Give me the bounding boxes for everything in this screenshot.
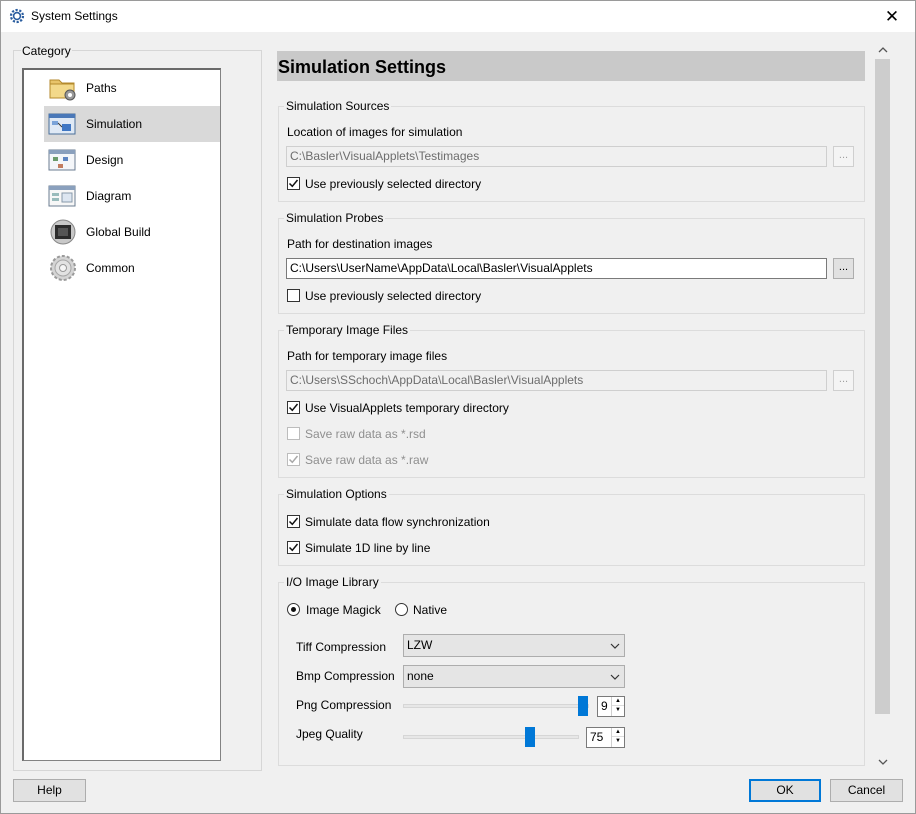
folder-gear-icon xyxy=(49,79,76,101)
sources-browse-button[interactable]: ... xyxy=(833,146,854,167)
diagram-icon xyxy=(48,185,76,207)
chip-icon xyxy=(50,219,76,245)
category-item-label: Paths xyxy=(86,81,117,95)
chevron-down-icon xyxy=(610,643,620,649)
use-va-temp-dir-checkbox[interactable] xyxy=(287,401,300,414)
probes-use-prev-label: Use previously selected directory xyxy=(305,289,482,303)
sources-location-label: Location of images for simulation xyxy=(287,125,463,139)
category-item-label: Global Build xyxy=(86,225,151,239)
save-rsd-label: Save raw data as *.rsd xyxy=(305,427,426,441)
category-item-design[interactable]: Design xyxy=(44,142,220,178)
simulation-options-legend: Simulation Options xyxy=(284,487,389,501)
simulation-sources-legend: Simulation Sources xyxy=(284,99,392,113)
png-compression-spinbox[interactable]: 9 ▲ ▼ xyxy=(597,696,625,717)
title-bar: System Settings ✕ xyxy=(1,1,915,32)
probes-path-field[interactable]: C:\Users\UserName\AppData\Local\Basler\V… xyxy=(286,258,827,279)
category-item-diagram[interactable]: Diagram xyxy=(44,178,220,214)
line-by-line-checkbox[interactable] xyxy=(287,541,300,554)
png-compression-label: Png Compression xyxy=(296,698,392,712)
jpeg-quality-slider-thumb[interactable] xyxy=(525,727,535,747)
jpeg-quality-value: 75 xyxy=(590,730,604,744)
design-icon xyxy=(48,149,76,171)
png-compression-slider-thumb[interactable] xyxy=(578,696,588,716)
settings-gear-icon xyxy=(9,8,25,24)
sources-path-field[interactable]: C:\Basler\VisualApplets\Testimages xyxy=(286,146,827,167)
save-raw-label: Save raw data as *.raw xyxy=(305,453,429,467)
io-image-library-legend: I/O Image Library xyxy=(284,575,381,589)
line-by-line-label: Simulate 1D line by line xyxy=(305,541,431,555)
category-item-label: Simulation xyxy=(86,117,143,131)
vertical-scrollbar[interactable] xyxy=(875,42,892,771)
category-item-simulation[interactable]: Simulation xyxy=(44,106,220,142)
simulation-options-group xyxy=(278,494,865,566)
sync-checkbox[interactable] xyxy=(287,515,300,528)
spin-down-icon[interactable]: ▼ xyxy=(612,706,624,715)
spin-up-icon[interactable]: ▲ xyxy=(612,697,624,706)
category-item-label: Design xyxy=(86,153,124,167)
tiff-compression-label: Tiff Compression xyxy=(296,640,387,654)
jpeg-quality-label: Jpeg Quality xyxy=(296,727,363,741)
tiff-compression-select[interactable]: LZW xyxy=(403,634,625,657)
use-va-temp-dir-label: Use VisualApplets temporary directory xyxy=(305,401,509,415)
save-raw-checkbox[interactable] xyxy=(287,453,300,466)
category-legend: Category xyxy=(21,44,72,58)
temp-path-field[interactable]: C:\Users\SSchoch\AppData\Local\Basler\Vi… xyxy=(286,370,827,391)
png-compression-value: 9 xyxy=(601,699,608,713)
chevron-down-icon xyxy=(610,674,620,680)
sources-use-prev-label: Use previously selected directory xyxy=(305,177,482,191)
sources-use-prev-checkbox[interactable] xyxy=(287,177,300,190)
checkmark-icon xyxy=(288,517,299,526)
checkmark-icon xyxy=(288,403,299,412)
temporary-image-files-legend: Temporary Image Files xyxy=(284,323,411,337)
probes-path-label: Path for destination images xyxy=(287,237,433,251)
spin-up-icon[interactable]: ▲ xyxy=(612,728,624,737)
simulation-icon xyxy=(48,113,76,135)
ok-button[interactable]: OK xyxy=(749,779,821,802)
bmp-compression-value: none xyxy=(407,669,434,683)
page-title: Simulation Settings xyxy=(277,51,865,81)
category-item-label: Common xyxy=(86,261,135,275)
save-rsd-checkbox[interactable] xyxy=(287,427,300,440)
bmp-compression-label: Bmp Compression xyxy=(296,669,395,683)
native-label: Native xyxy=(413,603,448,617)
temp-browse-button[interactable]: ... xyxy=(833,370,854,391)
help-button[interactable]: Help xyxy=(13,779,86,802)
jpeg-quality-spinbox[interactable]: 75 ▲ ▼ xyxy=(586,727,625,748)
image-magick-label: Image Magick xyxy=(306,603,381,617)
gear-icon xyxy=(50,255,76,281)
spin-buttons: ▲ ▼ xyxy=(611,697,624,716)
temp-path-label: Path for temporary image files xyxy=(287,349,448,363)
close-button[interactable]: ✕ xyxy=(869,1,915,32)
category-item-label: Diagram xyxy=(86,189,132,203)
sync-label: Simulate data flow synchronization xyxy=(305,515,490,529)
spin-buttons: ▲ ▼ xyxy=(611,728,624,747)
cancel-button[interactable]: Cancel xyxy=(830,779,903,802)
chevron-down-icon[interactable] xyxy=(878,757,888,767)
chevron-up-icon[interactable] xyxy=(878,45,888,55)
bmp-compression-select[interactable]: none xyxy=(403,665,625,688)
png-compression-slider-track[interactable] xyxy=(403,704,589,708)
simulation-probes-legend: Simulation Probes xyxy=(284,211,386,225)
jpeg-quality-slider-track[interactable] xyxy=(403,735,579,739)
tiff-compression-value: LZW xyxy=(407,638,433,652)
checkmark-icon xyxy=(288,179,299,188)
checkmark-icon xyxy=(288,543,299,552)
image-magick-radio[interactable] xyxy=(287,603,300,616)
probes-browse-button[interactable]: ... xyxy=(833,258,854,279)
probes-use-prev-checkbox[interactable] xyxy=(287,289,300,302)
category-item-global-build[interactable]: Global Build xyxy=(44,214,220,250)
checkmark-icon xyxy=(288,455,299,464)
scrollbar-thumb[interactable] xyxy=(875,59,890,714)
category-item-common[interactable]: Common xyxy=(44,250,220,286)
window-title: System Settings xyxy=(31,9,118,23)
spin-down-icon[interactable]: ▼ xyxy=(612,737,624,746)
category-item-paths[interactable]: Paths xyxy=(44,70,220,106)
native-radio[interactable] xyxy=(395,603,408,616)
